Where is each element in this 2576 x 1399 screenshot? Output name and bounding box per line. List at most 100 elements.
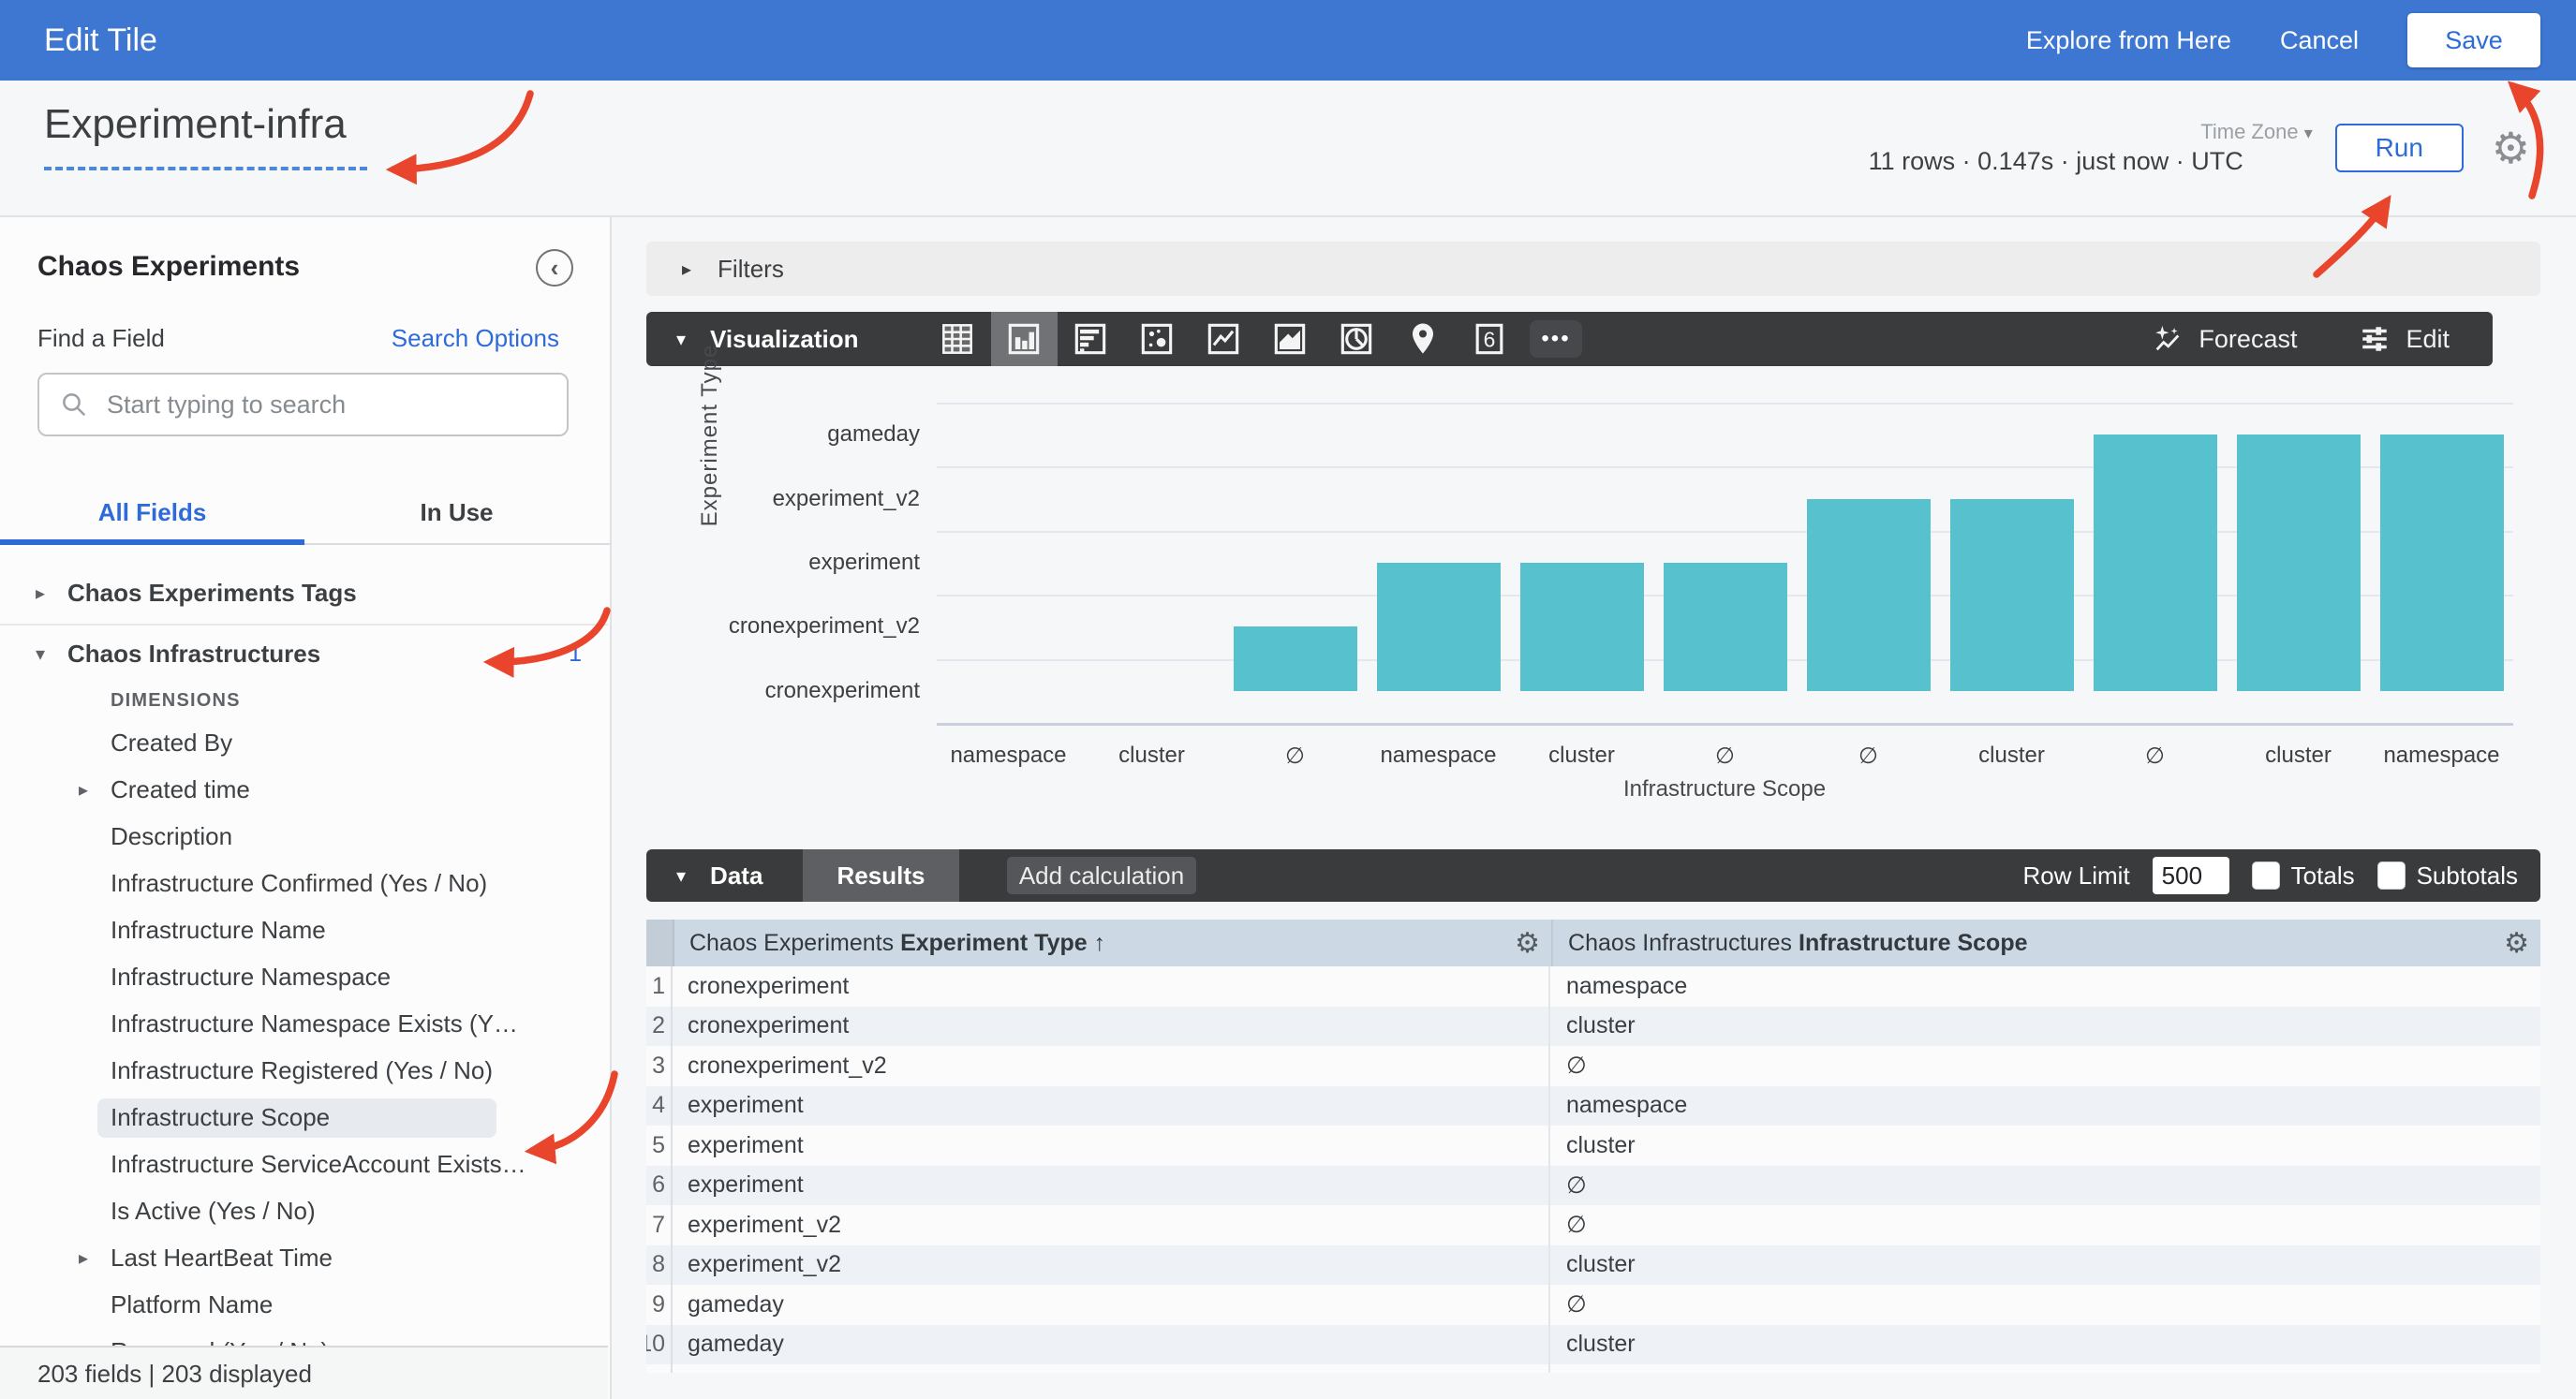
chevron-right-icon[interactable]: ▸: [79, 1246, 101, 1270]
cell-infrastructure-scope[interactable]: ∅: [1550, 1166, 2540, 1206]
cell-experiment-type[interactable]: gameday: [673, 1364, 1550, 1373]
timezone-label[interactable]: Time Zone: [2200, 120, 2298, 143]
chevron-down-icon[interactable]: ▾: [36, 642, 58, 666]
bar-experiment_v2-[interactable]: [1807, 499, 1931, 691]
column-header-infrastructure-scope[interactable]: Chaos Infrastructures Infrastructure Sco…: [1553, 920, 2540, 966]
collapse-sidebar-icon[interactable]: ‹: [536, 249, 573, 287]
table-row[interactable]: 3cronexperiment_v2∅: [646, 1046, 2540, 1086]
cell-experiment-type[interactable]: experiment_v2: [673, 1205, 1550, 1245]
cell-experiment-type[interactable]: experiment_v2: [673, 1245, 1550, 1286]
data-label[interactable]: Data: [710, 861, 762, 891]
sidebar-item-created-by[interactable]: Created By: [0, 719, 608, 766]
table-row[interactable]: 8experiment_v2cluster: [646, 1245, 2540, 1286]
cell-experiment-type[interactable]: cronexperiment: [673, 966, 1550, 1007]
viz-type-single-value-icon[interactable]: 6: [1457, 312, 1523, 366]
bar-gameday-namespace[interactable]: [2380, 434, 2504, 691]
sidebar-item-infrastructure-serviceaccount-exists[interactable]: Infrastructure ServiceAccount Exists…: [0, 1141, 608, 1187]
cell-experiment-type[interactable]: gameday: [673, 1325, 1550, 1365]
table-row[interactable]: 4experimentnamespace: [646, 1086, 2540, 1127]
sidebar-item-created-time[interactable]: ▸Created time: [0, 766, 608, 813]
column-header-experiment-type[interactable]: Chaos Experiments Experiment Type ↑ ⚙: [674, 920, 1553, 966]
table-row[interactable]: 11gamedaynamespace: [646, 1364, 2540, 1373]
sidebar-item-infrastructure-scope[interactable]: Infrastructure Scope: [0, 1094, 608, 1141]
table-row[interactable]: 5experimentcluster: [646, 1126, 2540, 1166]
results-tab[interactable]: Results: [803, 849, 959, 902]
cell-experiment-type[interactable]: experiment: [673, 1086, 1550, 1127]
save-button[interactable]: Save: [2407, 13, 2540, 67]
viz-type-line-icon[interactable]: [1191, 312, 1257, 366]
gear-icon[interactable]: ⚙: [1515, 927, 1540, 960]
cell-infrastructure-scope[interactable]: cluster: [1550, 1325, 2540, 1365]
search-options-link[interactable]: Search Options: [392, 324, 559, 353]
visualization-label[interactable]: Visualization: [710, 325, 858, 354]
table-row[interactable]: 7experiment_v2∅: [646, 1205, 2540, 1245]
viz-type-scatter-icon[interactable]: [1124, 312, 1191, 366]
viz-type-bar-icon[interactable]: [1058, 312, 1124, 366]
viz-type-pie-icon[interactable]: [1324, 312, 1390, 366]
gear-icon[interactable]: ⚙: [2504, 927, 2529, 960]
add-calculation-button[interactable]: Add calculation: [1007, 857, 1196, 894]
tab-all-fields[interactable]: All Fields: [0, 498, 304, 527]
cell-infrastructure-scope[interactable]: namespace: [1550, 1364, 2540, 1373]
subtotals-checkbox[interactable]: [2377, 861, 2406, 890]
table-row[interactable]: 2cronexperimentcluster: [646, 1007, 2540, 1047]
gear-icon[interactable]: ⚙: [2492, 126, 2530, 169]
viz-type-column-icon[interactable]: [991, 312, 1058, 366]
sidebar-item-infrastructure-namespace[interactable]: Infrastructure Namespace: [0, 953, 608, 1000]
sidebar-item-is-active-yes-no[interactable]: Is Active (Yes / No): [0, 1187, 608, 1234]
tab-in-use[interactable]: In Use: [304, 498, 609, 527]
chevron-right-icon[interactable]: ▸: [79, 778, 101, 802]
column-chart[interactable]: Experiment Type Infrastructure Scope gam…: [646, 366, 2540, 834]
bar-cronexperiment_v2-[interactable]: [1234, 626, 1357, 690]
cell-infrastructure-scope[interactable]: cluster: [1550, 1126, 2540, 1166]
bar-gameday-cluster[interactable]: [2237, 434, 2361, 691]
table-row[interactable]: 10gamedaycluster: [646, 1325, 2540, 1365]
run-button[interactable]: Run: [2335, 124, 2464, 172]
bar-gameday-[interactable]: [2094, 434, 2217, 691]
field-search-input[interactable]: [105, 390, 483, 420]
chevron-right-icon[interactable]: ▸: [36, 582, 58, 605]
cell-infrastructure-scope[interactable]: ∅: [1550, 1205, 2540, 1245]
cell-experiment-type[interactable]: gameday: [673, 1285, 1550, 1325]
chevron-down-icon[interactable]: ▾: [676, 328, 686, 351]
viz-type-map-icon[interactable]: [1390, 312, 1457, 366]
chevron-down-icon[interactable]: ▾: [676, 864, 686, 888]
cell-experiment-type[interactable]: experiment: [673, 1126, 1550, 1166]
cell-infrastructure-scope[interactable]: cluster: [1550, 1007, 2540, 1047]
row-limit-input[interactable]: [2153, 857, 2229, 894]
sidebar-group-chaos-experiments-tags[interactable]: ▸Chaos Experiments Tags: [0, 569, 608, 616]
table-row[interactable]: 6experiment∅: [646, 1166, 2540, 1206]
viz-type-more-icon[interactable]: •••: [1523, 312, 1590, 366]
cell-experiment-type[interactable]: cronexperiment_v2: [673, 1046, 1550, 1086]
viz-type-table-icon[interactable]: [925, 312, 991, 366]
cell-infrastructure-scope[interactable]: ∅: [1550, 1046, 2540, 1086]
viz-type-area-icon[interactable]: [1257, 312, 1324, 366]
table-row[interactable]: 9gameday∅: [646, 1285, 2540, 1325]
sidebar-item-platform-name[interactable]: Platform Name: [0, 1281, 608, 1328]
cell-experiment-type[interactable]: cronexperiment: [673, 1007, 1550, 1047]
bar-experiment_v2-cluster[interactable]: [1950, 499, 2074, 691]
explore-from-here-link[interactable]: Explore from Here: [2026, 26, 2231, 55]
bar-experiment-namespace[interactable]: [1377, 563, 1501, 691]
sidebar-item-infrastructure-confirmed-yes-no[interactable]: Infrastructure Confirmed (Yes / No): [0, 860, 608, 906]
forecast-button[interactable]: Forecast: [2152, 323, 2297, 355]
cell-experiment-type[interactable]: experiment: [673, 1166, 1550, 1206]
bar-experiment-cluster[interactable]: [1520, 563, 1644, 691]
sidebar-group-chaos-infrastructures[interactable]: ▾Chaos Infrastructures1: [0, 630, 608, 677]
totals-checkbox[interactable]: [2252, 861, 2280, 890]
edit-viz-button[interactable]: Edit: [2359, 323, 2450, 355]
cell-infrastructure-scope[interactable]: namespace: [1550, 1086, 2540, 1127]
cell-infrastructure-scope[interactable]: namespace: [1550, 966, 2540, 1007]
cancel-button[interactable]: Cancel: [2280, 26, 2359, 55]
sidebar-item-infrastructure-name[interactable]: Infrastructure Name: [0, 906, 608, 953]
table-row[interactable]: 1cronexperimentnamespace: [646, 966, 2540, 1007]
sidebar-item-infrastructure-registered-yes-no[interactable]: Infrastructure Registered (Yes / No): [0, 1047, 608, 1094]
sidebar-item-infrastructure-namespace-exists-y[interactable]: Infrastructure Namespace Exists (Y…: [0, 1000, 608, 1047]
sidebar-item-last-heartbeat-time[interactable]: ▸Last HeartBeat Time: [0, 1234, 608, 1281]
field-search-box[interactable]: [37, 373, 569, 436]
tile-name-input[interactable]: Experiment-infra: [44, 101, 347, 148]
cell-infrastructure-scope[interactable]: cluster: [1550, 1245, 2540, 1286]
bar-experiment-[interactable]: [1664, 563, 1787, 691]
sidebar-item-description[interactable]: Description: [0, 813, 608, 860]
filters-section-bar[interactable]: ▸ Filters: [646, 242, 2540, 296]
